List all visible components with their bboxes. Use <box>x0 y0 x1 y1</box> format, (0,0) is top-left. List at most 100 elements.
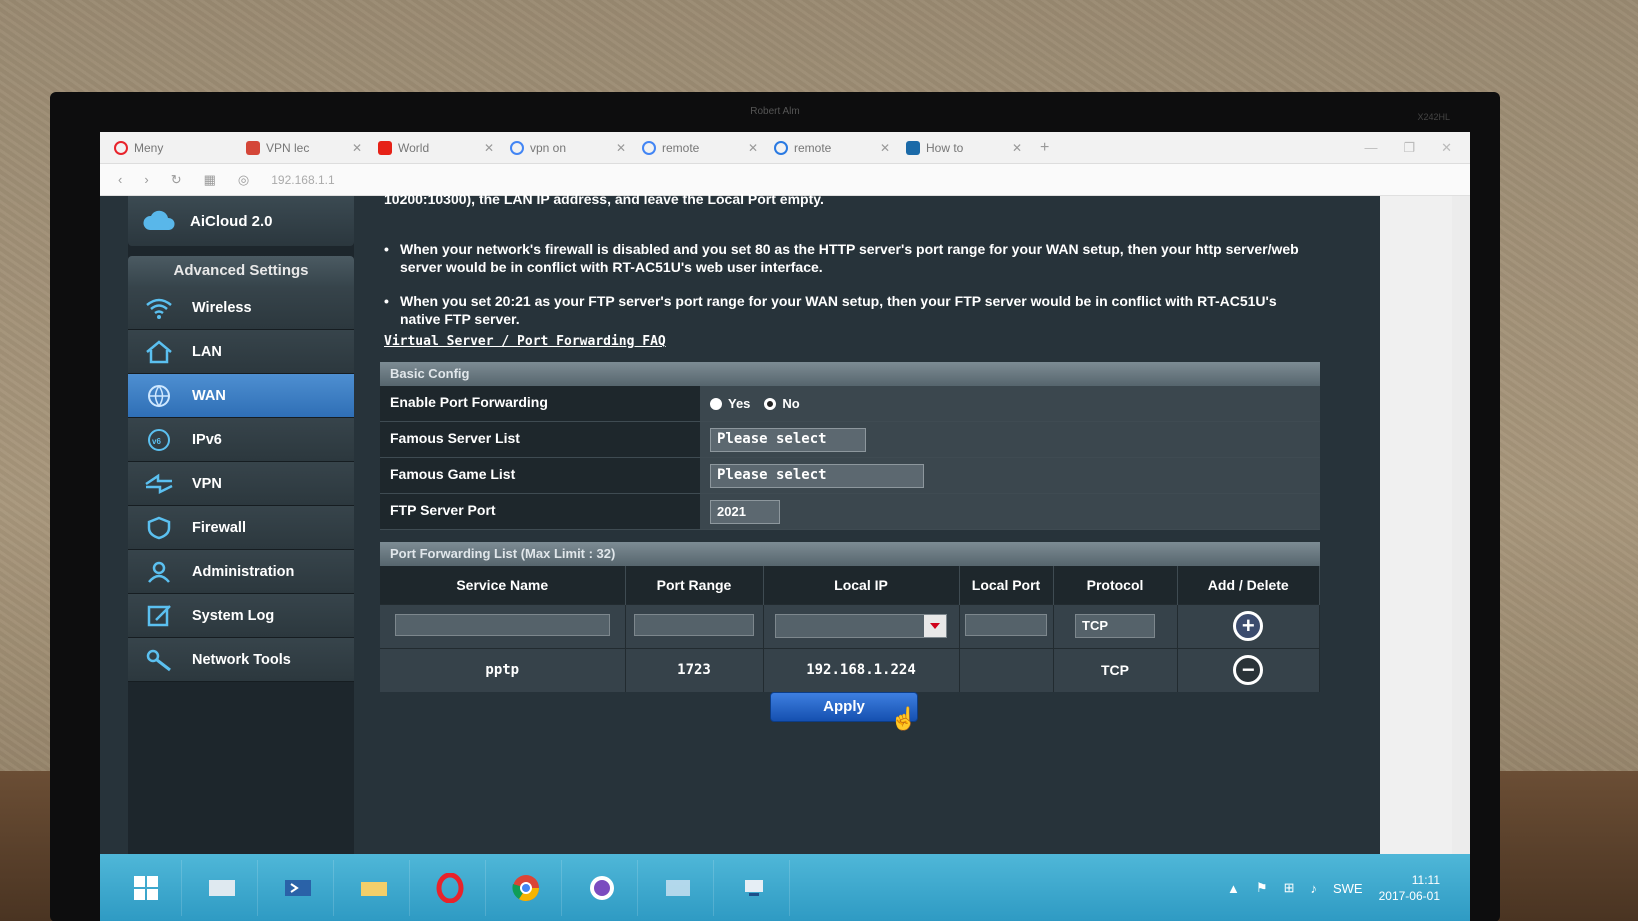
ftp-port-input[interactable]: 2021 <box>710 499 780 524</box>
basic-config-header: Basic Config <box>380 362 1320 386</box>
sidebar-item-lan[interactable]: LAN <box>128 330 354 374</box>
cloud-icon <box>143 210 175 230</box>
taskbar: ▲ ⚑ ⊞ ♪ SWE 11:11 2017-06-01 <box>100 854 1470 921</box>
port-range-input[interactable] <box>633 613 755 636</box>
globe-icon <box>148 384 170 407</box>
table-row-new: TCP + <box>380 603 1320 648</box>
sidebar-item-label: AiCloud 2.0 <box>190 212 273 230</box>
monitor-model-label: X242HL <box>1417 112 1450 122</box>
close-icon[interactable]: ✕ <box>352 141 362 155</box>
language-indicator[interactable]: SWE <box>1333 881 1363 896</box>
close-window-icon[interactable]: ✕ <box>1441 140 1452 156</box>
google-icon <box>510 140 524 155</box>
explorer-icon[interactable] <box>642 860 714 916</box>
delete-icon[interactable]: − <box>1233 655 1264 686</box>
browser-tab[interactable]: How to ✕ <box>898 135 1030 161</box>
local-ip-select[interactable] <box>775 614 947 638</box>
page-margin <box>1380 196 1452 854</box>
intro-text: 10200:10300), the LAN IP address, and le… <box>384 191 824 207</box>
browser-tab-bar: Meny VPN lec ✕ World ✕ vpn on ✕ remote ✕ rem… <box>100 132 1470 164</box>
grid-icon[interactable]: ▦ <box>204 172 216 188</box>
game-list-select[interactable]: Please select <box>710 463 924 488</box>
network-icon[interactable] <box>718 860 790 916</box>
url-field[interactable]: 192.168.1.1 <box>271 173 334 187</box>
volume-icon[interactable]: ♪ <box>1310 881 1317 896</box>
folder-icon[interactable] <box>338 860 410 916</box>
faq-link[interactable]: Virtual Server / Port Forwarding FAQ <box>384 334 666 349</box>
powershell-icon[interactable] <box>262 860 334 916</box>
close-icon[interactable]: ✕ <box>484 141 494 155</box>
table-header-row: Service Name Port Range Local IP Local P… <box>380 566 1320 604</box>
sidebar-item-aicloud[interactable]: AiCloud 2.0 <box>128 196 354 246</box>
wifi-icon <box>146 298 172 319</box>
form-row: Famous Game List Please select <box>380 458 1320 494</box>
sidebar-item-label: System Log <box>192 607 275 624</box>
tools-icon <box>146 649 171 671</box>
reload-icon[interactable]: ↻ <box>171 172 182 188</box>
minimize-icon[interactable]: — <box>1364 140 1377 156</box>
search-icon <box>774 140 788 155</box>
log-icon <box>147 604 171 626</box>
maximize-icon[interactable]: ❐ <box>1403 140 1415 156</box>
form-row: FTP Server Port 2021 <box>380 494 1320 530</box>
local-port-input[interactable] <box>965 613 1047 636</box>
column-header: Add / Delete <box>1177 566 1320 604</box>
back-icon[interactable]: ‹ <box>118 172 122 187</box>
browser-tab[interactable]: vpn on ✕ <box>502 135 634 161</box>
browser-tab[interactable]: remote ✕ <box>634 135 766 161</box>
forward-icon[interactable]: › <box>144 172 148 187</box>
router-page: AiCloud 2.0 Advanced Settings Wireless L… <box>100 191 1380 854</box>
sidebar-item-wireless[interactable]: Wireless <box>128 286 354 330</box>
tab-label: remote <box>662 140 700 155</box>
flag-icon[interactable]: ⚑ <box>1256 880 1268 896</box>
opera-icon[interactable] <box>414 860 486 916</box>
sidebar-item-ipv6[interactable]: v6 IPv6 <box>128 418 354 462</box>
add-icon[interactable]: + <box>1233 611 1264 641</box>
close-icon[interactable]: ✕ <box>1012 141 1022 155</box>
column-header: Local IP <box>763 566 960 604</box>
file-manager-icon[interactable] <box>186 860 258 916</box>
port-range-cell: 1723 <box>625 647 764 692</box>
chrome-icon[interactable] <box>490 860 562 916</box>
sidebar-item-network-tools[interactable]: Network Tools <box>128 638 354 682</box>
local-port-cell <box>959 647 1054 692</box>
windows-start-icon[interactable] <box>110 860 182 916</box>
radio-no[interactable] <box>764 397 777 410</box>
browser-tab[interactable]: World ✕ <box>370 135 502 161</box>
home-icon <box>146 339 172 363</box>
sidebar-menu: Wireless LAN WAN v6 IPv6 VPN Firewall Ad… <box>128 286 354 682</box>
new-tab-button[interactable]: + <box>1040 139 1049 157</box>
tab-label: remote <box>794 140 832 155</box>
svg-text:v6: v6 <box>152 437 161 446</box>
chevron-up-icon[interactable]: ▲ <box>1227 881 1240 896</box>
messenger-icon[interactable] <box>566 860 638 916</box>
server-list-select[interactable]: Please select <box>710 427 866 452</box>
close-icon[interactable]: ✕ <box>748 141 758 155</box>
sidebar-item-label: Network Tools <box>192 651 291 668</box>
sidebar-item-firewall[interactable]: Firewall <box>128 506 354 550</box>
protocol-select[interactable]: TCP <box>1075 614 1155 638</box>
browser-tab[interactable]: Meny <box>106 135 238 161</box>
sidebar-item-wan[interactable]: WAN <box>128 374 354 418</box>
sidebar-item-vpn[interactable]: VPN <box>128 462 354 506</box>
opera-icon <box>114 140 128 155</box>
browser-tab[interactable]: VPN lec ✕ <box>238 135 370 161</box>
tab-label: Meny <box>134 140 164 155</box>
dropdown-arrow-icon[interactable] <box>923 615 946 637</box>
close-icon[interactable]: ✕ <box>616 141 626 155</box>
scrollbar[interactable] <box>1452 196 1470 854</box>
clock[interactable]: 11:11 2017-06-01 <box>1379 872 1440 904</box>
browser-tab[interactable]: remote ✕ <box>766 135 898 161</box>
gmail-icon <box>246 140 260 155</box>
close-icon[interactable]: ✕ <box>880 141 890 155</box>
sidebar-item-system-log[interactable]: System Log <box>128 594 354 638</box>
monitor-owner-label: Robert Alm <box>750 106 800 117</box>
network-status-icon[interactable]: ⊞ <box>1284 880 1295 896</box>
tab-label: World <box>398 140 430 155</box>
tab-label: vpn on <box>530 140 567 155</box>
service-name-input[interactable] <box>394 613 610 636</box>
sidebar-item-administration[interactable]: Administration <box>128 550 354 594</box>
radio-yes[interactable] <box>710 397 722 410</box>
site-info-icon[interactable]: ◎ <box>238 172 249 188</box>
service-name-cell: pptp <box>380 647 626 692</box>
